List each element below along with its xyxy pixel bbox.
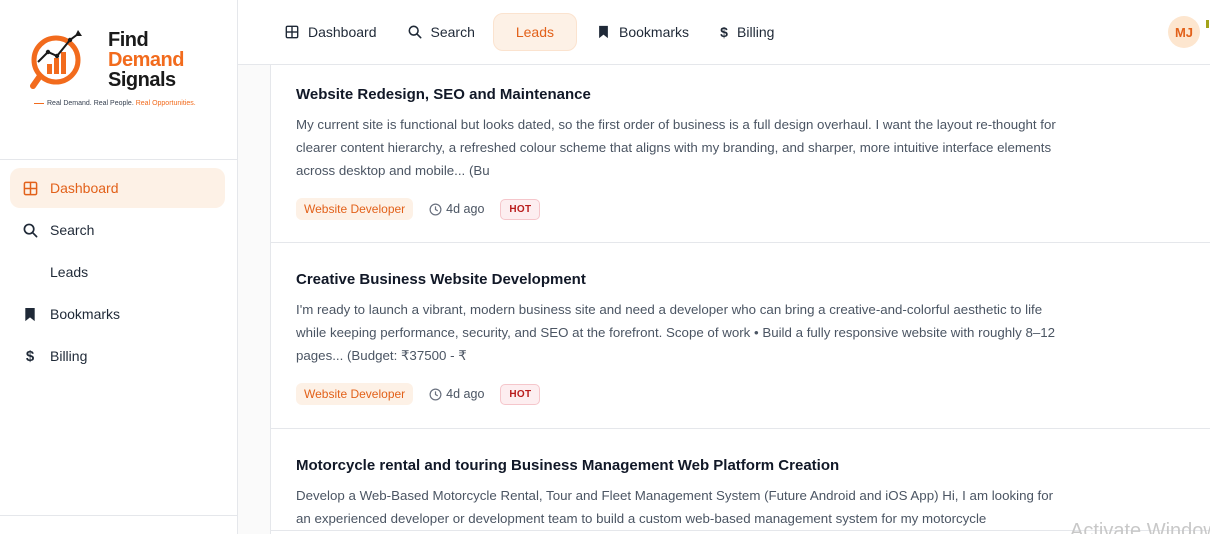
user-avatar[interactable]: MJ [1168,16,1200,48]
os-activation-watermark: Activate Windows [1070,520,1210,534]
dollar-icon: $ [720,24,728,40]
sidebar-item-bookmarks[interactable]: Bookmarks [10,294,225,334]
tagline-accent: Real Opportunities. [135,100,196,107]
tagline-dash [34,102,44,104]
lead-card[interactable]: Motorcycle rental and touring Business M… [271,429,1210,531]
tab-bookmarks[interactable]: Bookmarks [583,13,701,51]
tab-leads[interactable]: Leads [492,13,578,51]
posted-time: 4d ago [429,202,484,216]
bookmark-icon [22,306,38,322]
top-nav: Dashboard Search Leads Bookmarks $ Billi… [272,13,792,51]
tab-label: Billing [737,24,775,40]
lead-meta: Website Developer 4d ago HOT [296,198,1210,220]
bookmark-icon [595,24,611,40]
clock-icon [429,388,442,401]
sidebar-nav: Dashboard Search Leads Bookmarks $ Billi… [10,168,225,378]
tab-label: Dashboard [308,24,377,40]
sidebar-item-label: Search [50,222,95,238]
brand-logo[interactable]: Find Demand Signals Real Demand. Real Pe… [30,26,200,116]
tab-label: Search [430,24,475,40]
grid-icon [284,24,300,40]
sidebar-item-leads[interactable]: Leads [10,252,225,292]
lead-title[interactable]: Creative Business Website Development [296,271,1210,289]
status-indicator [1206,20,1209,28]
lead-card[interactable]: Creative Business Website Development I'… [271,243,1210,429]
sidebar-item-label: Leads [50,264,89,280]
tab-dashboard[interactable]: Dashboard [272,13,389,51]
sidebar-item-search[interactable]: Search [10,210,225,250]
posted-time: 4d ago [429,387,484,401]
lead-meta: Website Developer 4d ago HOT [296,383,1210,405]
brand-name: Find Demand Signals [108,30,184,90]
lead-description: My current site is functional but looks … [296,117,1056,178]
brand-line-3: Signals [108,69,176,91]
hot-badge: HOT [500,198,541,220]
sidebar-item-label: Dashboard [50,180,119,196]
logo-magnifier-chart-icon [30,30,82,89]
lead-title[interactable]: Motorcycle rental and touring Business M… [296,457,1210,475]
tagline-text: Real Demand. Real People. [47,100,134,107]
sidebar-item-label: Billing [50,348,88,364]
sidebar-item-dashboard[interactable]: Dashboard [10,168,225,208]
lead-title[interactable]: Website Redesign, SEO and Maintenance [296,86,1210,104]
category-tag[interactable]: Website Developer [296,383,414,405]
clock-icon [429,203,442,216]
sidebar-divider [0,159,237,160]
lead-description: I'm ready to launch a vibrant, modern bu… [296,302,1056,363]
tab-label: Bookmarks [619,24,690,40]
lead-description: Develop a Web-Based Motorcycle Rental, T… [296,488,1054,526]
hot-badge: HOT [500,383,541,405]
top-bar: Dashboard Search Leads Bookmarks $ Billi… [238,0,1210,65]
brand-line-1: Find [108,29,149,51]
time-label: 4d ago [446,202,485,216]
tab-billing[interactable]: $ Billing [707,13,786,51]
lead-card[interactable]: Website Redesign, SEO and Maintenance My… [271,65,1210,243]
search-icon [22,222,38,238]
sidebar-item-label: Bookmarks [50,306,121,322]
brand-tagline: Real Demand. Real People. Real Opportuni… [34,100,196,107]
tab-search[interactable]: Search [395,13,487,51]
dollar-icon: $ [25,347,35,365]
sidebar: Find Demand Signals Real Demand. Real Pe… [0,0,238,534]
sidebar-item-billing[interactable]: $ Billing [10,336,225,376]
time-label: 4d ago [446,387,485,401]
brand-line-2: Demand [108,49,184,71]
leads-list: Website Redesign, SEO and Maintenance My… [270,65,1210,534]
sidebar-divider-bottom [0,515,237,516]
grid-icon [22,180,38,196]
category-tag[interactable]: Website Developer [296,198,414,220]
tab-label: Leads [515,24,555,40]
search-icon [407,24,423,40]
